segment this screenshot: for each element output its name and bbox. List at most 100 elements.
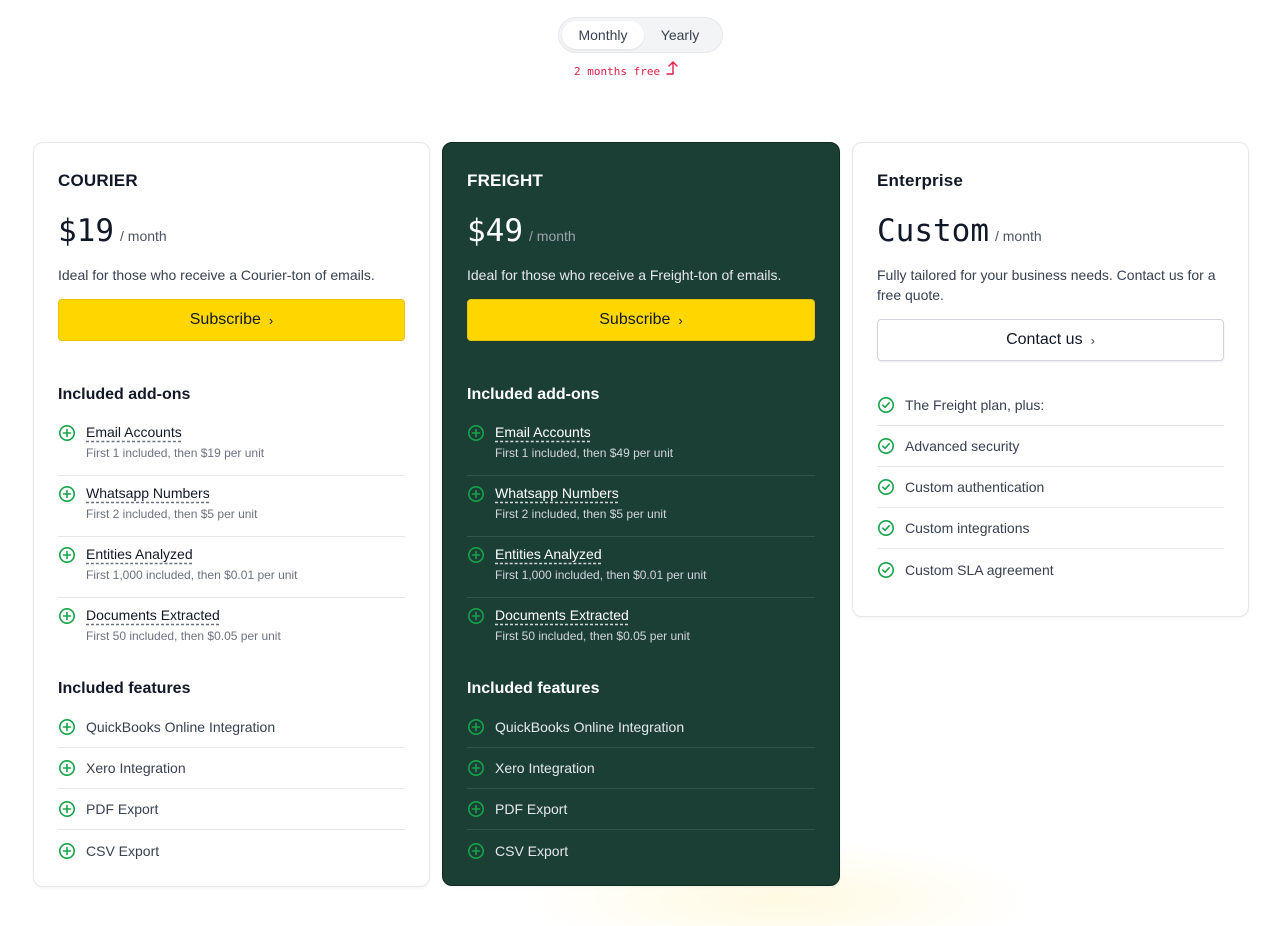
check-circle-icon bbox=[878, 561, 894, 578]
feature-item: Advanced security bbox=[877, 426, 1224, 467]
plan-name: FREIGHT bbox=[467, 171, 544, 190]
plus-circle-icon bbox=[59, 842, 75, 859]
addons-title: Included add-ons bbox=[467, 386, 600, 403]
chevron-right-icon: › bbox=[678, 312, 683, 328]
plus-circle-icon bbox=[59, 425, 75, 441]
feature-item: The Freight plan, plus: bbox=[877, 385, 1224, 426]
plus-circle-icon bbox=[59, 760, 75, 776]
plus-circle-icon bbox=[468, 842, 484, 859]
plus-circle-icon bbox=[59, 719, 75, 735]
chevron-right-icon: › bbox=[1090, 332, 1095, 348]
addon-name[interactable]: Whatsapp Numbers bbox=[495, 484, 666, 502]
plan-name: Enterprise bbox=[877, 171, 964, 190]
check-circle-icon bbox=[878, 520, 894, 536]
addon-item: Entities Analyzed First 1,000 included, t… bbox=[58, 537, 405, 598]
plan-price: $49 bbox=[467, 213, 523, 249]
feature-item: Custom SLA agreement bbox=[877, 549, 1224, 590]
check-circle-icon bbox=[878, 479, 894, 495]
feature-label: Custom SLA agreement bbox=[905, 561, 1054, 578]
addon-item: Email Accounts First 1 included, then $49… bbox=[467, 415, 815, 476]
feature-label: QuickBooks Online Integration bbox=[495, 719, 685, 735]
feature-label: Xero Integration bbox=[495, 760, 595, 776]
feature-item: Xero Integration bbox=[58, 748, 405, 789]
plan-description: Ideal for those who receive a Freight-to… bbox=[467, 267, 782, 283]
addon-list: Email Accounts First 1 included, then $49… bbox=[467, 415, 815, 659]
addon-detail: First 1 included, then $49 per unit bbox=[495, 446, 674, 460]
addon-detail: First 50 included, then $0.05 per unit bbox=[86, 629, 281, 643]
addon-item: Email Accounts First 1 included, then $19… bbox=[58, 415, 405, 476]
feature-label: The Freight plan, plus: bbox=[905, 397, 1045, 413]
feature-label: CSV Export bbox=[495, 842, 569, 859]
check-circle-icon bbox=[878, 438, 894, 454]
plus-circle-icon bbox=[468, 608, 484, 624]
plus-circle-icon bbox=[468, 425, 484, 441]
toggle-yearly[interactable]: Yearly bbox=[644, 21, 716, 49]
features-title: Included features bbox=[58, 680, 191, 697]
addon-detail: First 2 included, then $5 per unit bbox=[495, 507, 667, 521]
button-label: Subscribe bbox=[599, 311, 671, 328]
plus-circle-icon bbox=[468, 801, 484, 817]
plus-circle-icon bbox=[468, 760, 484, 776]
feature-item: CSV Export bbox=[58, 830, 405, 871]
plan-price: Custom bbox=[877, 213, 989, 249]
feature-label: PDF Export bbox=[495, 801, 568, 817]
feature-item: QuickBooks Online Integration bbox=[467, 707, 815, 748]
plan-period: / month bbox=[529, 228, 576, 244]
plan-period: / month bbox=[994, 228, 1042, 244]
addon-name[interactable]: Whatsapp Numbers bbox=[86, 484, 257, 502]
check-circle-icon bbox=[878, 397, 894, 413]
plan-card-freight: FREIGHT $49 / month Ideal for those who … bbox=[442, 142, 840, 886]
price-row: $19 / month bbox=[58, 213, 405, 249]
addon-item: Documents Extracted First 50 included, th… bbox=[58, 598, 405, 659]
plan-card-enterprise: Enterprise Custom / month Fully tailored… bbox=[852, 142, 1249, 617]
contact-us-button[interactable]: Contact us › bbox=[877, 319, 1224, 361]
feature-label: CSV Export bbox=[86, 842, 160, 859]
addon-item: Whatsapp Numbers First 2 included, then $… bbox=[58, 476, 405, 537]
addon-name[interactable]: Entities Analyzed bbox=[86, 545, 297, 563]
plan-description: Ideal for those who receive a Courier-to… bbox=[58, 267, 375, 283]
addon-detail: First 50 included, then $0.05 per unit bbox=[495, 629, 690, 643]
promo-note: 2 months free bbox=[574, 60, 680, 78]
addon-name[interactable]: Email Accounts bbox=[86, 423, 264, 441]
addon-list: Email Accounts First 1 included, then $19… bbox=[58, 415, 405, 659]
subscribe-button[interactable]: Subscribe › bbox=[58, 299, 405, 341]
plan-description: Fully tailored for your business needs. … bbox=[877, 267, 1216, 303]
plus-circle-icon bbox=[59, 547, 75, 563]
plan-card-courier: COURIER $19 / month Ideal for those who … bbox=[33, 142, 430, 887]
toggle-monthly[interactable]: Monthly bbox=[562, 21, 644, 49]
feature-label: Advanced security bbox=[905, 438, 1020, 454]
addon-detail: First 1,000 included, then $0.01 per uni… bbox=[495, 568, 707, 582]
promo-text: 2 months free bbox=[574, 65, 661, 78]
feature-label: QuickBooks Online Integration bbox=[86, 719, 276, 735]
addon-name[interactable]: Documents Extracted bbox=[495, 606, 690, 624]
addons-title: Included add-ons bbox=[58, 386, 191, 403]
feature-list: QuickBooks Online Integration Xero Integ… bbox=[58, 707, 405, 871]
addon-name[interactable]: Email Accounts bbox=[495, 423, 673, 441]
addon-name[interactable]: Entities Analyzed bbox=[495, 545, 706, 563]
button-label: Subscribe bbox=[189, 311, 261, 328]
addon-item: Entities Analyzed First 1,000 included, t… bbox=[467, 537, 815, 598]
price-row: Custom / month bbox=[877, 213, 1224, 249]
subscribe-button[interactable]: Subscribe › bbox=[467, 299, 815, 341]
feature-item: CSV Export bbox=[467, 830, 815, 871]
addon-item: Documents Extracted First 50 included, th… bbox=[467, 598, 815, 659]
feature-label: Custom authentication bbox=[905, 479, 1045, 495]
plan-period: / month bbox=[120, 228, 167, 244]
plus-circle-icon bbox=[468, 547, 484, 563]
addon-detail: First 1 included, then $19 per unit bbox=[86, 446, 265, 460]
plan-name: COURIER bbox=[58, 171, 138, 190]
arrow-up-icon bbox=[666, 61, 678, 75]
plan-price: $19 bbox=[58, 213, 114, 249]
addon-detail: First 1,000 included, then $0.01 per uni… bbox=[86, 568, 298, 582]
plus-circle-icon bbox=[59, 486, 75, 502]
chevron-right-icon: › bbox=[268, 312, 274, 328]
plus-circle-icon bbox=[468, 719, 484, 735]
button-label: Contact us bbox=[1006, 331, 1083, 348]
feature-label: Xero Integration bbox=[86, 760, 186, 776]
feature-label: PDF Export bbox=[86, 801, 159, 817]
addon-name[interactable]: Documents Extracted bbox=[86, 606, 281, 624]
billing-toggle: Monthly Yearly bbox=[558, 17, 723, 53]
plus-circle-icon bbox=[59, 801, 75, 817]
plus-circle-icon bbox=[59, 608, 75, 624]
feature-list: The Freight plan, plus: Advanced securit… bbox=[877, 385, 1224, 590]
